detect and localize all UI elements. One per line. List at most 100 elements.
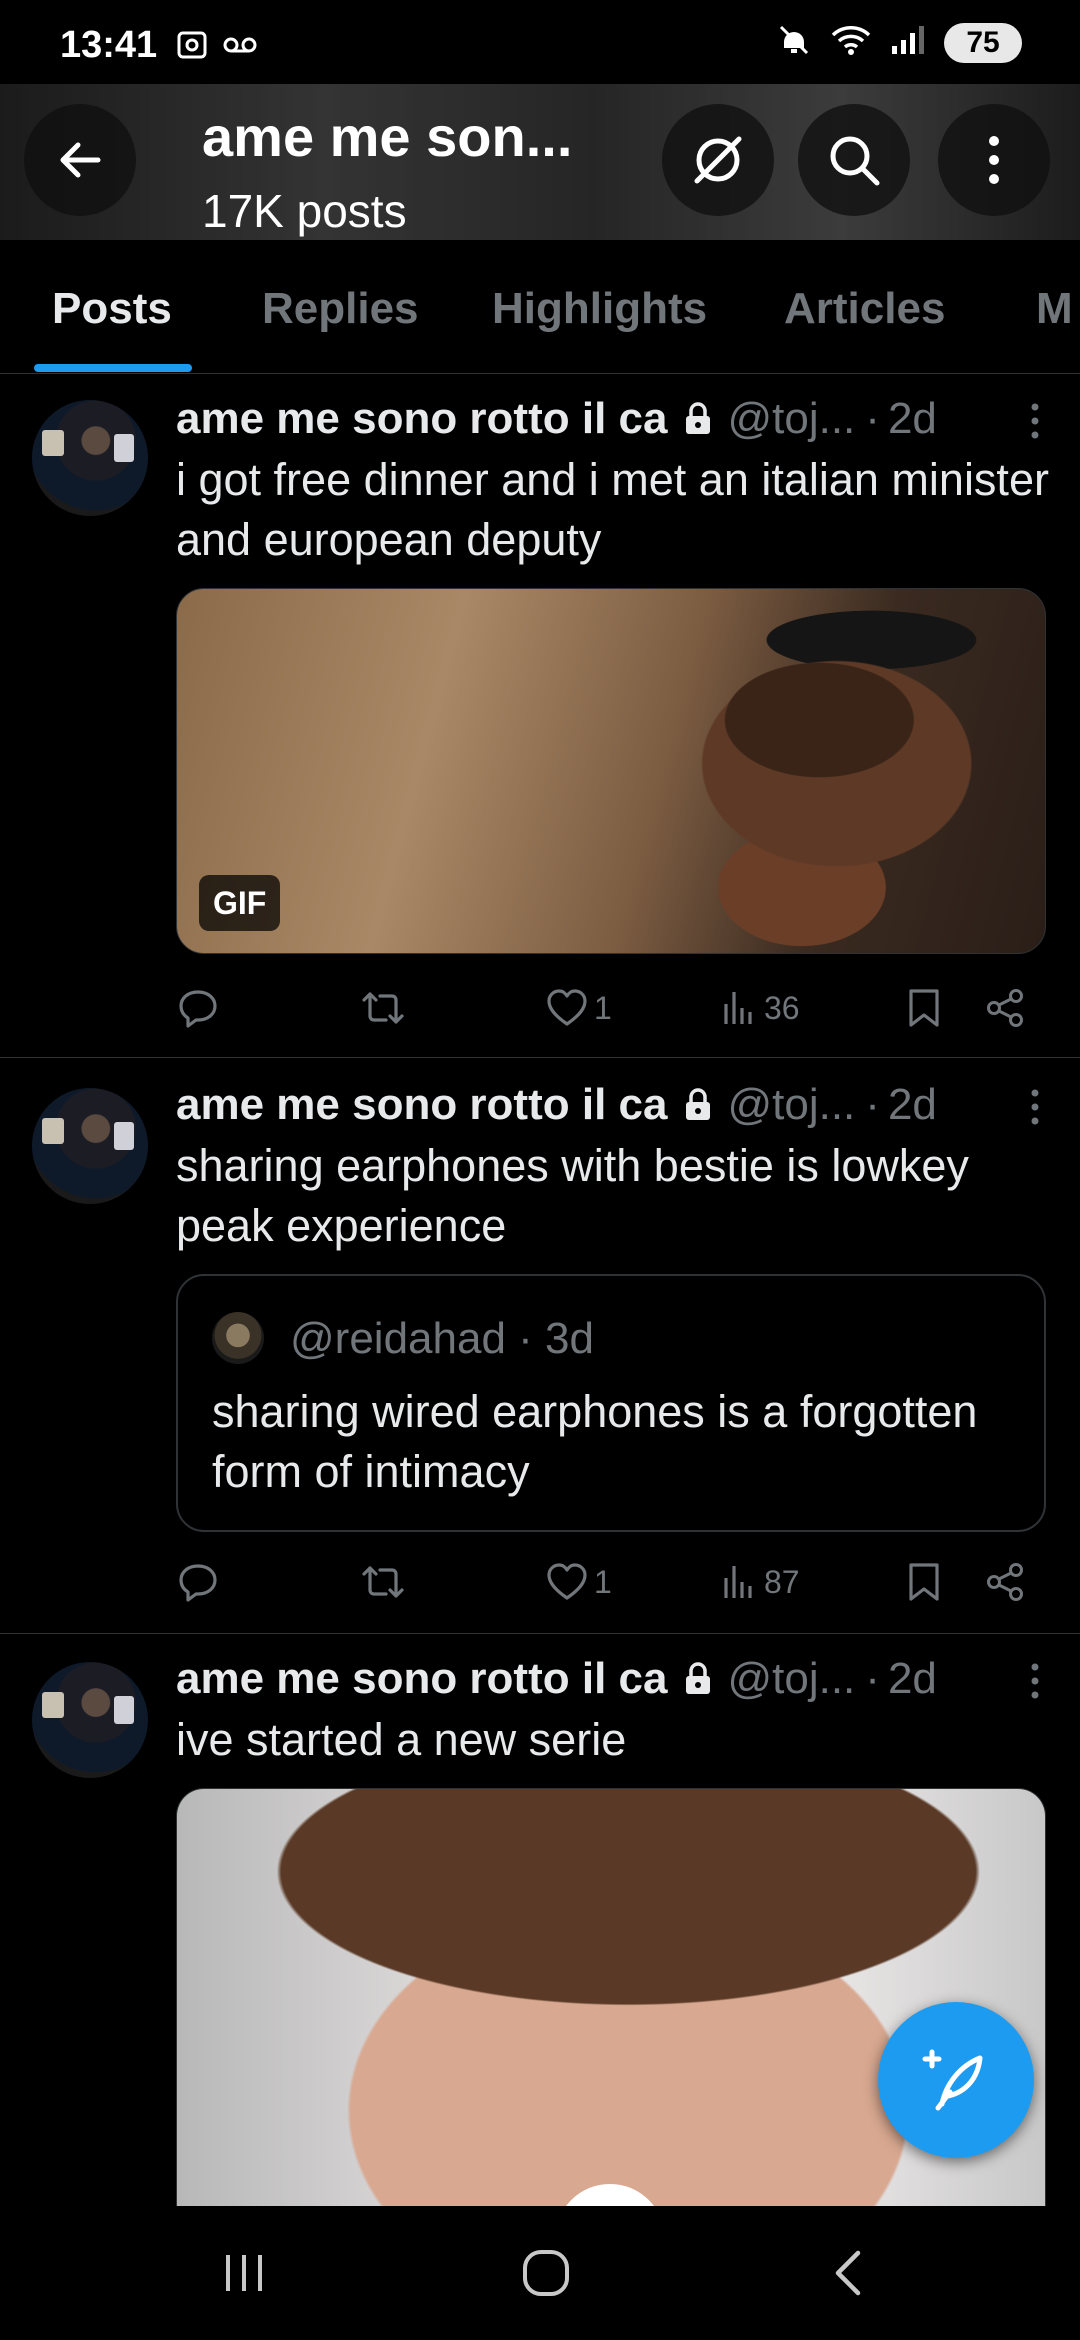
like-count: 1 xyxy=(594,1563,612,1600)
status-time: 13:41 xyxy=(60,24,158,66)
search-button[interactable] xyxy=(798,104,910,216)
views-icon xyxy=(724,1566,752,1598)
repost-button[interactable] xyxy=(360,978,406,1038)
post-more-button[interactable] xyxy=(1020,1082,1050,1132)
post-header: ame me sono rotto il ca @toj... · 2d xyxy=(176,394,937,444)
bookmark-button[interactable] xyxy=(906,978,942,1038)
repost-icon xyxy=(362,1566,404,1598)
author-name[interactable]: ame me sono rotto il ca xyxy=(176,1080,667,1130)
author-handle[interactable]: @toj... xyxy=(727,394,855,444)
quoted-post[interactable]: @reidahad · 3d sharing wired earphones i… xyxy=(176,1274,1046,1532)
share-button[interactable] xyxy=(984,978,1026,1038)
tab-articles[interactable]: Articles xyxy=(784,284,945,334)
active-tab-indicator xyxy=(34,364,192,372)
views-count: 36 xyxy=(764,989,800,1026)
quoted-timestamp: 3d xyxy=(545,1314,594,1363)
recent-apps-icon xyxy=(226,2255,262,2291)
signal-icon xyxy=(890,24,926,61)
avatar[interactable] xyxy=(32,1662,148,1778)
home-button[interactable] xyxy=(506,2240,586,2306)
post-text: sharing earphones with bestie is lowkey … xyxy=(176,1140,969,1251)
author-name[interactable]: ame me sono rotto il ca xyxy=(176,1654,667,1704)
compose-feather-icon xyxy=(922,2049,983,2111)
avatar[interactable] xyxy=(32,1088,148,1204)
tab-media[interactable]: M xyxy=(1036,284,1073,334)
post-more-button[interactable] xyxy=(1020,396,1050,446)
post-item[interactable]: ame me sono rotto il ca @toj... · 2d sha… xyxy=(0,1058,1080,1634)
voicemail-icon xyxy=(222,30,258,65)
mute-icon xyxy=(776,22,812,63)
battery-icon: 75 xyxy=(944,22,1022,63)
tab-highlights[interactable]: Highlights xyxy=(492,284,707,334)
reply-button[interactable] xyxy=(176,1552,220,1612)
views-button[interactable]: 36 xyxy=(722,978,800,1038)
author-handle[interactable]: @toj... xyxy=(727,1654,855,1704)
chevron-left-icon xyxy=(835,2250,861,2296)
grok-icon xyxy=(694,136,742,184)
post-actions: 1 87 xyxy=(176,1552,1046,1612)
post-timestamp[interactable]: 2d xyxy=(888,1654,937,1704)
post-text: ive started a new serie xyxy=(176,1714,627,1765)
bookmark-button[interactable] xyxy=(906,1552,942,1612)
separator-dot: · xyxy=(865,1654,880,1703)
like-count: 1 xyxy=(594,989,612,1026)
post-header: ame me sono rotto il ca @toj... · 2d xyxy=(176,1080,937,1130)
more-options-button[interactable] xyxy=(938,104,1050,216)
more-vertical-icon xyxy=(1031,1089,1039,1125)
post-gif[interactable]: GIF xyxy=(176,588,1046,954)
separator-dot: · xyxy=(865,1080,880,1129)
post-header: ame me sono rotto il ca @toj... · 2d xyxy=(176,1654,937,1704)
share-icon xyxy=(987,1563,1023,1601)
status-right-icons: 75 xyxy=(776,22,1022,63)
quoted-handle[interactable]: @reidahad xyxy=(290,1314,506,1363)
compose-post-button[interactable] xyxy=(878,2002,1034,2158)
like-button[interactable]: 1 xyxy=(546,978,612,1038)
recent-apps-button[interactable] xyxy=(204,2240,284,2306)
page-title: ame me son... xyxy=(202,105,573,168)
avatar[interactable] xyxy=(32,400,148,516)
post-count: 17K posts xyxy=(202,185,407,237)
repost-icon xyxy=(362,992,404,1024)
post-more-button[interactable] xyxy=(1020,1656,1050,1706)
status-left-icons xyxy=(176,30,258,65)
grok-button[interactable] xyxy=(662,104,774,216)
status-bar: 13:41 75 xyxy=(0,0,1080,84)
more-vertical-icon xyxy=(1031,403,1039,439)
tab-posts[interactable]: Posts xyxy=(52,284,172,334)
lock-icon xyxy=(683,402,713,436)
profile-tabs: Posts Replies Highlights Articles M xyxy=(0,240,1080,374)
post-item[interactable]: ame me sono rotto il ca @toj... · 2d i g… xyxy=(0,374,1080,1058)
bookmark-icon xyxy=(909,989,939,1027)
reply-button[interactable] xyxy=(176,978,220,1038)
author-handle[interactable]: @toj... xyxy=(727,1080,855,1130)
gif-badge: GIF xyxy=(199,875,281,931)
back-button[interactable] xyxy=(24,104,136,216)
more-vertical-icon xyxy=(1031,1663,1039,1699)
views-icon xyxy=(724,992,752,1024)
repost-button[interactable] xyxy=(360,1552,406,1612)
post-timestamp[interactable]: 2d xyxy=(888,394,937,444)
heart-icon xyxy=(547,989,587,1026)
bookmark-icon xyxy=(909,1563,939,1601)
more-vertical-icon xyxy=(989,136,999,184)
lock-icon xyxy=(683,1662,713,1696)
views-button[interactable]: 87 xyxy=(722,1552,800,1612)
share-icon xyxy=(987,989,1023,1027)
home-icon xyxy=(523,2250,569,2296)
profile-header: ame me son... 17K posts xyxy=(0,84,1080,240)
play-icon[interactable] xyxy=(555,2184,665,2206)
views-count: 87 xyxy=(764,1563,800,1600)
quoted-header: @reidahad · 3d xyxy=(290,1314,594,1364)
quoted-text: sharing wired earphones is a forgotten f… xyxy=(212,1386,978,1497)
author-name[interactable]: ame me sono rotto il ca xyxy=(176,394,667,444)
quoted-avatar[interactable] xyxy=(212,1312,264,1364)
system-back-button[interactable] xyxy=(808,2240,888,2306)
tab-replies[interactable]: Replies xyxy=(262,284,419,334)
post-text: i got free dinner and i met an italian m… xyxy=(176,454,1049,565)
post-timestamp[interactable]: 2d xyxy=(888,1080,937,1130)
search-icon xyxy=(830,136,880,186)
separator-dot: · xyxy=(518,1314,533,1363)
post-actions: 1 36 xyxy=(176,978,1046,1038)
share-button[interactable] xyxy=(984,1552,1026,1612)
like-button[interactable]: 1 xyxy=(546,1552,612,1612)
